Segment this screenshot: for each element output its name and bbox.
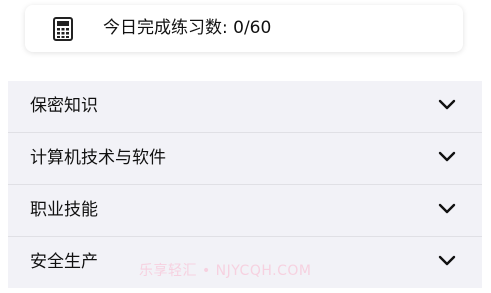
daily-progress-card: 今日完成练习数: 0/60	[25, 5, 463, 52]
category-list: 保密知识 计算机技术与软件 职业技能 安全生产	[8, 81, 482, 288]
chevron-down-icon[interactable]	[438, 203, 456, 215]
category-label: 职业技能	[30, 200, 98, 220]
practice-page: 今日完成练习数: 0/60 保密知识 计算机技术与软件 职业技能 安全生产 乐享…	[0, 0, 491, 293]
watermark: 乐享轻汇 • NJYCQH.COM	[139, 263, 312, 279]
category-item-confidentiality[interactable]: 保密知识	[8, 81, 482, 133]
category-item-computer-software[interactable]: 计算机技术与软件	[8, 133, 482, 185]
category-label: 安全生产	[30, 252, 98, 272]
chevron-down-icon[interactable]	[438, 255, 456, 267]
category-item-vocational-skills[interactable]: 职业技能	[8, 185, 482, 237]
category-label: 保密知识	[30, 96, 98, 116]
chevron-down-icon[interactable]	[438, 99, 456, 111]
calculator-icon	[53, 17, 73, 41]
chevron-down-icon[interactable]	[438, 151, 456, 163]
daily-progress-text: 今日完成练习数: 0/60	[103, 18, 272, 38]
category-label: 计算机技术与软件	[30, 148, 166, 168]
